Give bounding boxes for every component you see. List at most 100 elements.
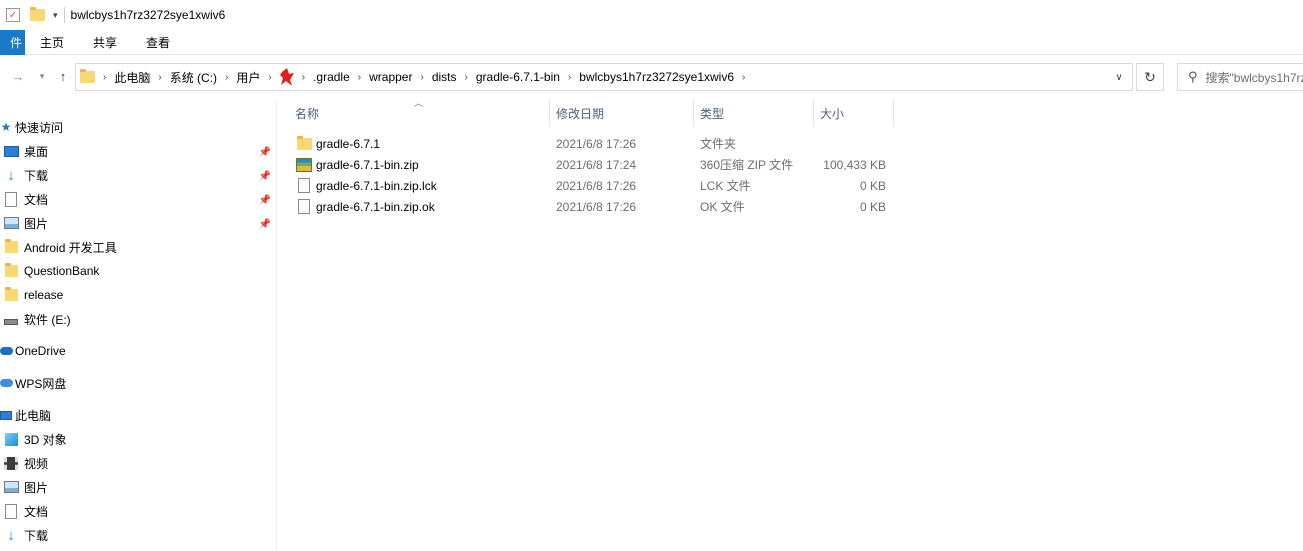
crumb-current-folder[interactable]: bwlcbys1h7rz3272sye1xwiv6 <box>573 70 740 84</box>
window-title: bwlcbys1h7rz3272sye1xwiv6 <box>70 8 226 22</box>
tab-share[interactable]: 共享 <box>93 30 117 55</box>
tab-home[interactable]: 主页 <box>40 30 64 55</box>
nav-pictures[interactable]: 图片 <box>3 212 48 234</box>
zip-icon <box>296 157 312 173</box>
pin-icon[interactable]: 📌 <box>258 193 272 207</box>
crumb-this-pc[interactable]: 此电脑 <box>108 69 156 86</box>
crumb-system-c[interactable]: 系统 (C:) <box>164 69 223 86</box>
nav-wps-cloud[interactable]: WPS网盘 <box>0 372 66 394</box>
nav-downloads[interactable]: ↓ 下载 <box>3 164 48 186</box>
crumb-dists[interactable]: dists <box>426 70 463 84</box>
cube-icon <box>3 431 19 447</box>
nav-desktop[interactable]: 桌面 <box>3 140 48 162</box>
nav-onedrive[interactable]: OneDrive <box>0 340 66 362</box>
file-name: gradle-6.7.1 <box>316 136 381 151</box>
search-placeholder: 搜索"bwlcbys1h7rz3272sye1xwiv6" <box>1205 70 1303 85</box>
address-dropdown-icon[interactable]: ∨ <box>1106 64 1132 90</box>
column-header-name[interactable]: 名称 <box>289 100 549 126</box>
folder-icon <box>3 263 19 279</box>
video-icon <box>3 455 19 471</box>
nav-label: WPS网盘 <box>15 376 67 391</box>
customize-toolbar-icon[interactable]: ▾ <box>53 10 58 21</box>
chevron-right-icon[interactable]: › <box>740 72 747 83</box>
crumb-users[interactable]: 用户 <box>230 69 266 86</box>
breadcrumb: › 此电脑 › 系统 (C:) › 用户 › › .gradle › wrapp… <box>76 64 747 90</box>
nav-questionbank[interactable]: QuestionBank <box>3 260 99 282</box>
chevron-right-icon[interactable]: › <box>463 72 470 83</box>
ribbon-tabs: 件 主页 共享 查看 <box>0 30 1303 55</box>
chevron-right-icon[interactable]: › <box>156 72 163 83</box>
pin-icon[interactable]: 📌 <box>258 145 272 159</box>
pin-icon[interactable]: 📌 <box>258 217 272 231</box>
quick-access-toolbar: ✓ ▾ <box>6 7 58 22</box>
nav-label: 下载 <box>24 168 49 183</box>
file-type: OK 文件 <box>700 200 745 214</box>
file-name-cell: gradle-6.7.1 <box>296 133 380 154</box>
nav-label: release <box>24 288 64 302</box>
back-icon[interactable]: → <box>10 68 26 84</box>
nav-3d-objects[interactable]: 3D 对象 <box>3 428 67 450</box>
file-name: gradle-6.7.1-bin.zip <box>316 157 419 172</box>
crumb-gradle[interactable]: .gradle <box>307 70 356 84</box>
nav-quick-access[interactable]: ★ 快速访问 <box>0 116 63 138</box>
nav-label: 视频 <box>24 456 49 471</box>
file-row[interactable]: gradle-6.7.1 2021/6/8 17:26 文件夹 <box>290 133 910 154</box>
crumb-gradle-bin[interactable]: gradle-6.7.1-bin <box>470 70 566 84</box>
chevron-right-icon[interactable]: › <box>101 72 108 83</box>
nav-documents[interactable]: 文档 <box>3 188 48 210</box>
folder-icon <box>3 287 19 303</box>
recent-locations-icon[interactable]: ▾ <box>34 68 50 84</box>
tab-view[interactable]: 查看 <box>146 30 170 55</box>
file-name-cell: gradle-6.7.1-bin.zip <box>296 154 419 175</box>
file-date: 2021/6/8 17:26 <box>556 199 637 214</box>
file-row[interactable]: gradle-6.7.1-bin.zip.ok 2021/6/8 17:26 O… <box>290 196 910 217</box>
column-separator[interactable] <box>893 100 894 126</box>
pictures-icon <box>3 479 19 495</box>
new-folder-icon[interactable] <box>30 7 45 21</box>
file-name: gradle-6.7.1-bin.zip.lck <box>316 178 437 193</box>
pin-icon[interactable]: 📌 <box>258 169 272 183</box>
nav-label: 文档 <box>24 192 49 207</box>
address-bar[interactable]: › 此电脑 › 系统 (C:) › 用户 › › .gradle › wrapp… <box>75 63 1133 91</box>
crumb-wrapper[interactable]: wrapper <box>363 70 418 84</box>
folder-icon <box>296 135 312 152</box>
file-type: 文件夹 <box>700 137 737 151</box>
chevron-right-icon[interactable]: › <box>356 72 363 83</box>
nav-drive-e[interactable]: 软件 (E:) <box>3 308 71 330</box>
column-header-type[interactable]: 类型 <box>694 100 813 126</box>
column-header-size[interactable]: 大小 <box>814 100 893 126</box>
file-row[interactable]: gradle-6.7.1-bin.zip.lck 2021/6/8 17:26 … <box>290 175 910 196</box>
chevron-right-icon[interactable]: › <box>418 72 425 83</box>
file-row[interactable]: gradle-6.7.1-bin.zip 2021/6/8 17:24 360压… <box>290 154 910 175</box>
nav-release[interactable]: release <box>3 284 63 306</box>
pane-divider[interactable] <box>276 100 277 551</box>
refresh-button[interactable]: ↻ <box>1136 63 1164 91</box>
cloud-icon <box>0 343 13 359</box>
nav-this-pc[interactable]: 此电脑 <box>0 404 51 426</box>
file-name-cell: gradle-6.7.1-bin.zip.lck <box>296 175 437 196</box>
nav-documents-pc[interactable]: 文档 <box>3 500 48 522</box>
chevron-right-icon[interactable]: › <box>300 72 307 83</box>
computer-icon <box>0 407 12 423</box>
chevron-right-icon[interactable]: › <box>266 72 273 83</box>
file-date: 2021/6/8 17:26 <box>556 136 637 151</box>
crumb-user-redacted[interactable] <box>274 68 300 86</box>
tab-file[interactable]: 件 <box>0 30 25 55</box>
file-size: 100,433 KB <box>823 157 886 172</box>
column-header-date[interactable]: 修改日期 <box>550 100 693 126</box>
file-icon <box>296 199 312 215</box>
nav-downloads-pc[interactable]: ↓ 下载 <box>3 524 48 546</box>
nav-label: 快速访问 <box>15 120 64 135</box>
document-icon <box>3 191 19 207</box>
download-icon: ↓ <box>7 166 15 184</box>
nav-label: QuestionBank <box>24 264 100 278</box>
up-icon[interactable]: ↑ <box>55 68 71 84</box>
chevron-right-icon[interactable]: › <box>566 72 573 83</box>
nav-videos[interactable]: 视频 <box>3 452 48 474</box>
chevron-right-icon[interactable]: › <box>223 72 230 83</box>
properties-icon[interactable]: ✓ <box>6 8 20 22</box>
nav-android-tools[interactable]: Android 开发工具 <box>3 236 117 258</box>
nav-pictures-pc[interactable]: 图片 <box>3 476 48 498</box>
file-date: 2021/6/8 17:26 <box>556 178 637 193</box>
search-input[interactable]: ⚲ 搜索"bwlcbys1h7rz3272sye1xwiv6" <box>1177 63 1303 91</box>
